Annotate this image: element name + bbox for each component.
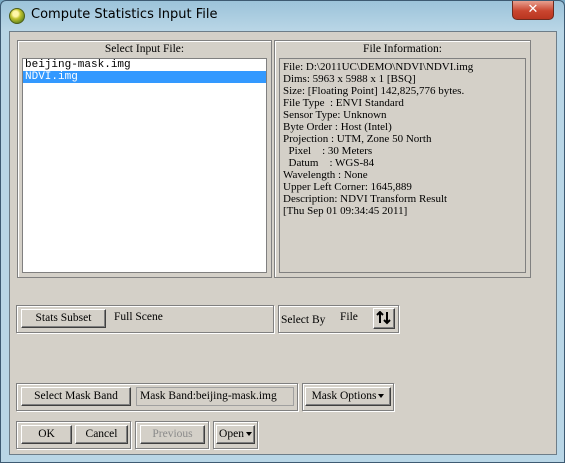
input-file-list[interactable]: beijing-mask.img NDVI.img <box>22 58 267 273</box>
file-information-panel: File Information: File: D:\2011UC\DEMO\N… <box>274 40 531 278</box>
info-line: Datum : WGS-84 <box>283 157 375 169</box>
info-line: File Type : ENVI Standard <box>283 97 404 109</box>
info-line: Size: [Floating Point] 142,825,776 bytes… <box>283 85 465 97</box>
info-line: Upper Left Corner: 1645,889 <box>283 181 412 193</box>
previous-button[interactable]: Previous <box>140 425 205 444</box>
file-information-heading: File Information: <box>363 43 442 55</box>
select-mask-band-button[interactable]: Select Mask Band <box>21 387 131 406</box>
select-input-panel: Select Input File: beijing-mask.img NDVI… <box>17 40 272 278</box>
list-item[interactable]: beijing-mask.img <box>23 59 266 71</box>
info-line: Wavelength : None <box>283 169 368 181</box>
info-line: Byte Order : Host (Intel) <box>283 121 392 133</box>
window-title: Compute Statistics Input File <box>31 7 218 22</box>
info-line: Dims: 5963 x 5988 x 1 [BSQ] <box>283 73 416 85</box>
mask-options-label: Mask Options <box>311 390 377 402</box>
sort-toggle-button[interactable] <box>373 308 395 329</box>
open-label: Open <box>219 428 244 440</box>
mask-options-button[interactable]: Mask Options <box>305 387 391 406</box>
chevron-down-icon <box>245 432 252 437</box>
envi-globe-icon <box>9 8 25 24</box>
mask-band-field: Mask Band:beijing-mask.img <box>136 387 294 406</box>
cancel-button[interactable]: Cancel <box>75 425 128 444</box>
info-line: Pixel : 30 Meters <box>283 145 373 157</box>
close-button[interactable]: ✕ <box>512 1 554 20</box>
subset-value: Full Scene <box>114 311 163 323</box>
info-line: Description: NDVI Transform Result <box>283 193 448 205</box>
select-by-label: Select By <box>281 314 326 326</box>
file-information-text: File: D:\2011UC\DEMO\NDVI\NDVI.img Dims: … <box>279 58 526 273</box>
info-line: File: D:\2011UC\DEMO\NDVI\NDVI.img <box>283 61 474 73</box>
info-line: Projection : UTM, Zone 50 North <box>283 133 432 145</box>
title-bar[interactable]: Compute Statistics Input File ✕ <box>1 1 564 31</box>
info-line: Sensor Type: Unknown <box>283 109 387 121</box>
sort-arrows-icon <box>376 310 391 325</box>
ok-button[interactable]: OK <box>21 425 72 444</box>
chevron-down-icon <box>378 394 385 399</box>
select-input-heading: Select Input File: <box>104 43 185 55</box>
dialog-client-area: Select Input File: beijing-mask.img NDVI… <box>9 31 557 455</box>
info-line: [Thu Sep 01 09:34:45 2011] <box>283 205 408 217</box>
list-item-selected[interactable]: NDVI.img <box>23 71 266 83</box>
stats-subset-button[interactable]: Stats Subset <box>21 309 106 328</box>
dialog-window: Compute Statistics Input File ✕ Select I… <box>0 0 565 463</box>
select-by-value: File <box>338 309 372 328</box>
open-button[interactable]: Open <box>216 425 255 444</box>
